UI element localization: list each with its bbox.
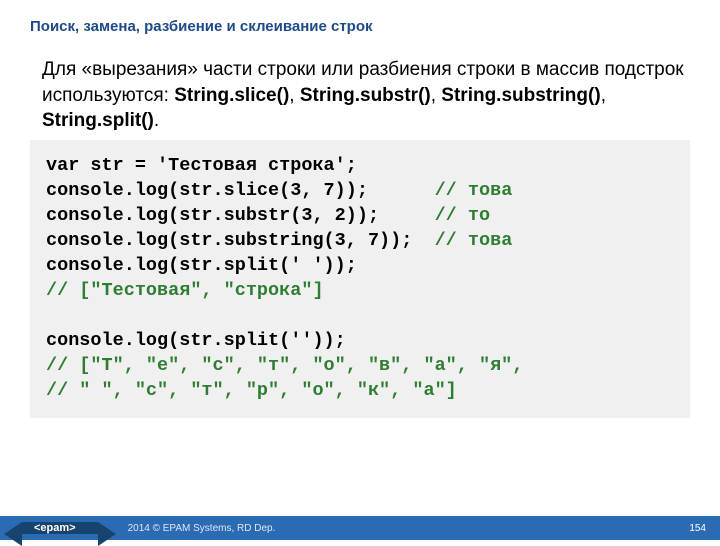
footer-copyright: 2014 © EPAM Systems, RD Dep. <box>128 523 276 534</box>
func-substring: String.substring() <box>441 85 600 106</box>
sep: , <box>601 85 606 106</box>
slide-title: Поиск, замена, разбиение и склеивание ст… <box>30 18 690 35</box>
code-example: var str = 'Тестовая строка'; console.log… <box>30 140 690 418</box>
body-paragraph: Для «вырезания» части строки или разбиен… <box>42 57 686 134</box>
end-punct: . <box>154 110 159 131</box>
func-substr: String.substr() <box>300 85 431 106</box>
code-line: var str = 'Тестовая строка'; <box>46 155 357 176</box>
code-line: console.log(str.slice(3, 7)); <box>46 180 435 201</box>
footer-page-number: 154 <box>689 523 706 534</box>
code-line: console.log(str.split('')); <box>46 330 346 351</box>
func-slice: String.slice() <box>174 85 289 106</box>
slide: Поиск, замена, разбиение и склеивание ст… <box>0 0 720 540</box>
sep: , <box>289 85 300 106</box>
code-comment: // ["Тестовая", "строка"] <box>46 280 324 301</box>
code-line: console.log(str.split(' ')); <box>46 255 357 276</box>
footer-bar: <epam> 2014 © EPAM Systems, RD Dep. 154 <box>0 516 720 540</box>
code-comment: // това <box>435 230 513 251</box>
code-line: console.log(str.substring(3, 7)); <box>46 230 435 251</box>
code-comment: // ["Т", "е", "с", "т", "о", "в", "а", "… <box>46 355 523 376</box>
footer-logo: <epam> <box>22 522 98 534</box>
func-split: String.split() <box>42 110 154 131</box>
code-line: console.log(str.substr(3, 2)); <box>46 205 435 226</box>
code-comment: // това <box>435 180 513 201</box>
footer-logo-wrap: <epam> <box>22 522 98 534</box>
code-comment: // " ", "с", "т", "р", "о", "к", "а"] <box>46 380 457 401</box>
sep: , <box>431 85 442 106</box>
code-comment: // то <box>435 205 491 226</box>
